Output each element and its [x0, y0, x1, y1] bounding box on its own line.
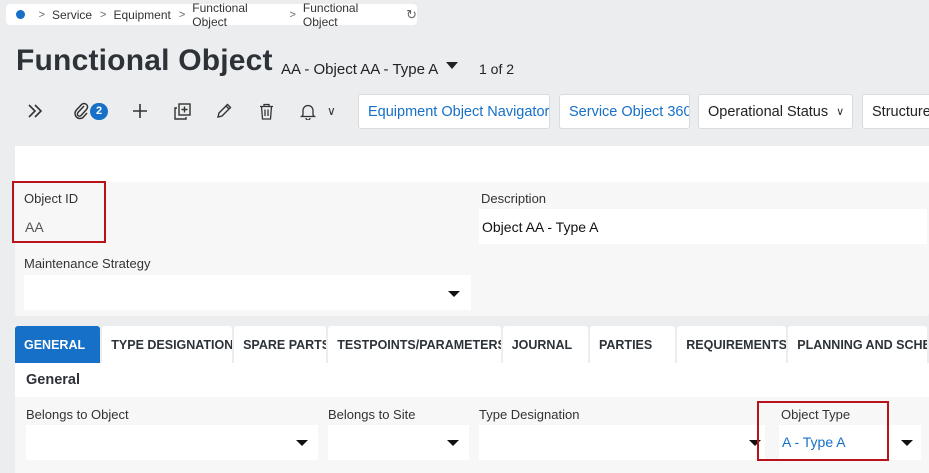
trash-icon[interactable] [253, 98, 279, 124]
general-section-header [15, 363, 929, 397]
chevron-right-icon: > [178, 8, 186, 21]
structures-label: Structures [872, 103, 929, 120]
maintenance-strategy-label: Maintenance Strategy [24, 256, 151, 271]
object-type-highlight [757, 401, 889, 461]
description-label: Description [481, 191, 547, 206]
record-dropdown-icon[interactable] [446, 62, 458, 69]
operational-status-label: Operational Status [708, 103, 829, 120]
attachment-count-badge: 2 [90, 103, 108, 120]
operational-status-dropdown[interactable]: Operational Status ∨ [698, 94, 853, 129]
tab-bar: GENERAL TYPE DESIGNATION SPARE PARTS TES… [15, 326, 929, 363]
header-panel-top [15, 146, 929, 182]
chevron-right-icon: > [289, 8, 296, 21]
caret-down-icon[interactable] [901, 440, 913, 446]
service-object-360-button[interactable]: Service Object 360 [559, 94, 690, 129]
tab-parties[interactable]: PARTIES [589, 326, 676, 363]
tab-requirements[interactable]: REQUIREMENTS [677, 326, 787, 363]
structures-dropdown[interactable]: Structures [862, 94, 929, 129]
maintenance-strategy-select[interactable] [24, 275, 471, 310]
refresh-icon[interactable]: ↻ [406, 7, 417, 23]
tab-testpoints-parameters[interactable]: TESTPOINTS/PARAMETERS [328, 326, 501, 363]
description-value: Object AA - Type A [482, 219, 599, 235]
breadcrumb-item-service[interactable]: Service [52, 8, 92, 22]
pencil-icon[interactable] [211, 98, 237, 124]
breadcrumb: > Service > Equipment > Functional Objec… [6, 1, 417, 29]
type-designation-select[interactable] [479, 425, 765, 460]
general-section-title: General [26, 372, 80, 388]
object-id-highlight [12, 181, 106, 243]
record-position: 1 of 2 [479, 61, 515, 77]
breadcrumb-item-equipment[interactable]: Equipment [113, 8, 170, 22]
plus-icon[interactable] [127, 98, 153, 124]
type-designation-label: Type Designation [479, 407, 580, 422]
belongs-to-object-label: Belongs to Object [26, 407, 129, 422]
breadcrumb-item-functional-object[interactable]: Functional Object [192, 1, 281, 29]
duplicate-icon[interactable] [169, 98, 195, 124]
tab-spare-parts[interactable]: SPARE PARTS [234, 326, 327, 363]
chevron-down-icon: ∨ [836, 106, 845, 118]
page-title: Functional Object [16, 44, 273, 77]
bell-icon[interactable] [295, 98, 321, 124]
record-selector[interactable]: AA - Object AA - Type A [281, 61, 438, 78]
tab-planning-and-scheduling[interactable]: PLANNING AND SCHE [788, 326, 928, 363]
chevron-right-icon: > [38, 8, 46, 21]
caret-down-icon[interactable] [296, 440, 308, 446]
home-icon[interactable] [16, 10, 25, 19]
caret-down-icon[interactable] [448, 291, 460, 297]
chevrons-right-icon[interactable] [22, 98, 48, 124]
tab-type-designation[interactable]: TYPE DESIGNATION [102, 326, 233, 363]
tab-general[interactable]: GENERAL [15, 326, 101, 363]
chevron-right-icon: > [100, 8, 107, 21]
chevron-down-icon[interactable]: ∨ [327, 104, 336, 118]
belongs-to-object-select[interactable] [26, 425, 318, 460]
equipment-object-navigator-button[interactable]: Equipment Object Navigator [358, 94, 550, 129]
caret-down-icon[interactable] [447, 440, 459, 446]
belongs-to-site-label: Belongs to Site [328, 407, 416, 422]
tab-journal[interactable]: JOURNAL [502, 326, 588, 363]
breadcrumb-item-current: Functional Object [302, 0, 359, 29]
